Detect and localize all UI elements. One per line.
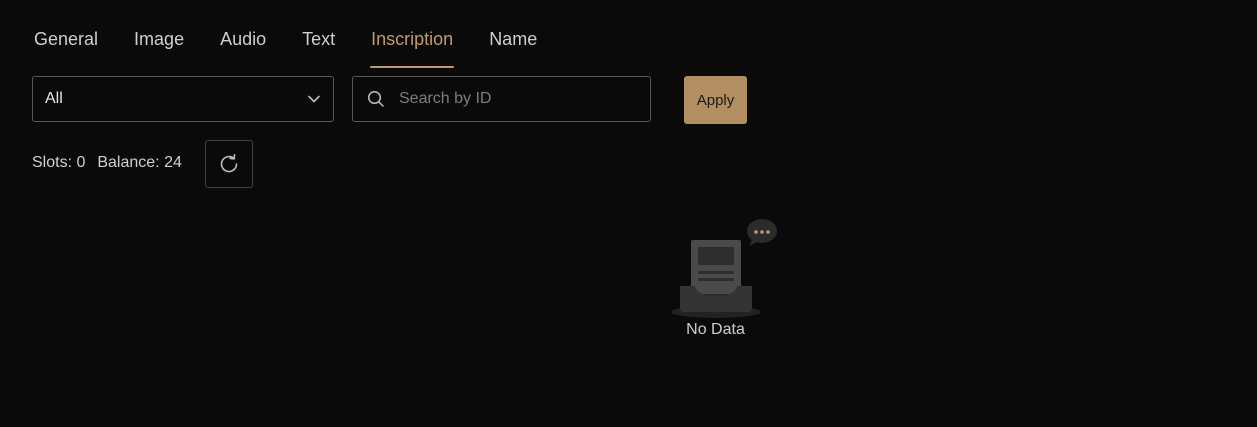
empty-state-label: No Data (686, 321, 745, 338)
slots-count: Slots: 0 (32, 154, 86, 171)
search-input[interactable] (399, 90, 629, 108)
tab-audio[interactable]: Audio (220, 22, 266, 68)
search-icon (367, 90, 385, 108)
apply-button[interactable]: Apply (684, 76, 747, 124)
tab-image[interactable]: Image (134, 22, 184, 68)
empty-state: No Data (665, 218, 785, 348)
filter-select[interactable]: All (32, 76, 334, 122)
filter-select-value: All (45, 90, 63, 107)
tab-text[interactable]: Text (302, 22, 335, 68)
empty-inbox-icon (665, 218, 780, 325)
tab-name[interactable]: Name (489, 22, 537, 68)
chevron-down-icon (307, 92, 321, 106)
tab-bar: General Image Audio Text Inscription Nam… (34, 22, 573, 68)
search-box (352, 76, 651, 122)
tab-general[interactable]: General (34, 22, 98, 68)
tab-inscription[interactable]: Inscription (370, 22, 455, 68)
refresh-button[interactable] (205, 140, 253, 188)
balance-count: Balance: 24 (97, 154, 182, 171)
refresh-icon (218, 153, 240, 175)
page: General Image Audio Text Inscription Nam… (0, 0, 1257, 427)
stats-row: Slots: 0 Balance: 24 (32, 154, 182, 172)
